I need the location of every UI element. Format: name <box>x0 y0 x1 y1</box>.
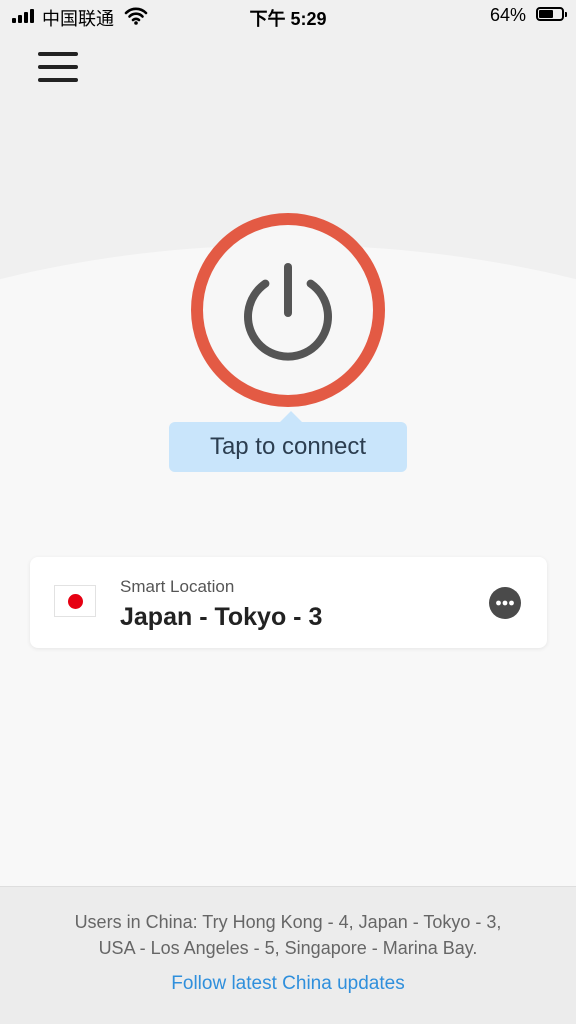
battery-fill <box>539 10 554 18</box>
hamburger-menu-icon[interactable] <box>38 52 78 82</box>
battery-percent: 64% <box>489 5 526 25</box>
battery-icon <box>536 7 567 21</box>
tooltip-arrow <box>279 411 303 423</box>
tap-to-connect-tooltip[interactable]: Tap to connect <box>169 411 407 472</box>
tooltip-label: Tap to connect <box>209 433 367 460</box>
location-label: Smart Location <box>120 577 235 596</box>
china-updates-link[interactable]: Follow latest China updates <box>0 973 576 995</box>
notice-line-1: Users in China: Try Hong Kong - 4, Japan… <box>74 912 502 932</box>
location-picker-card[interactable]: Smart Location Japan - Tokyo - 3 <box>30 557 547 648</box>
power-icon <box>244 263 332 361</box>
china-notice-footer: Users in China: Try Hong Kong - 4, Japan… <box>0 886 576 1024</box>
location-name: Japan - Tokyo - 3 <box>120 603 323 631</box>
notice-line-2: USA - Los Angeles - 5, Singapore - Marin… <box>98 938 478 958</box>
flag-sun <box>68 594 83 609</box>
status-bar: 中国联通 下午 5:29 64% <box>0 0 576 32</box>
more-options-icon[interactable] <box>489 587 521 619</box>
japan-flag-icon <box>54 585 96 617</box>
ellipsis-glyph <box>496 600 514 606</box>
connect-power-button[interactable] <box>191 213 385 407</box>
china-notice-text: Users in China: Try Hong Kong - 4, Japan… <box>20 909 556 961</box>
